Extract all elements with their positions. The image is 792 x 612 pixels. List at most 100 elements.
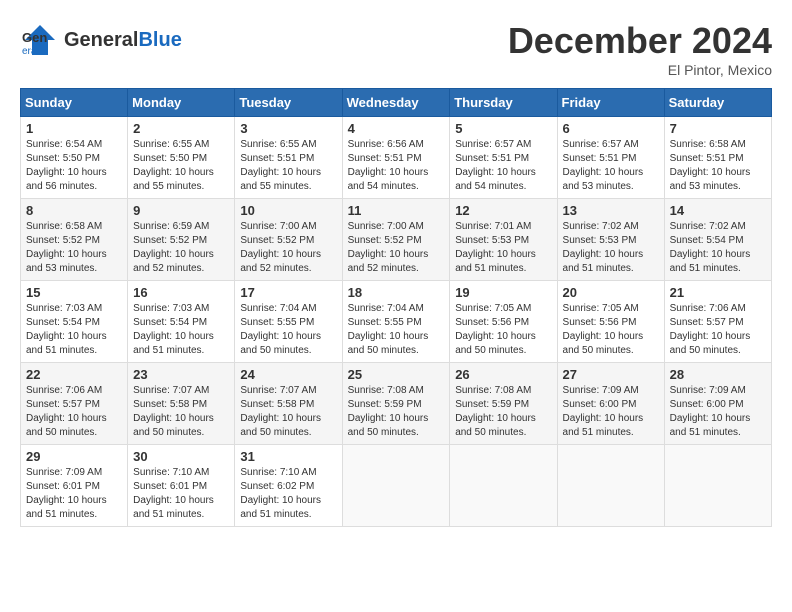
week-row-4: 22 Sunrise: 7:06 AM Sunset: 5:57 PM Dayl…: [21, 363, 772, 445]
svg-text:Gen: Gen: [22, 30, 47, 45]
day-number: 30: [133, 449, 229, 464]
week-row-5: 29 Sunrise: 7:09 AM Sunset: 6:01 PM Dayl…: [21, 445, 772, 527]
day-number: 14: [670, 203, 766, 218]
svg-text:eral: eral: [22, 46, 39, 57]
day-info: Sunrise: 6:55 AM Sunset: 5:50 PM Dayligh…: [133, 138, 229, 194]
day-info: Sunrise: 7:01 AM Sunset: 5:53 PM Dayligh…: [455, 220, 551, 276]
day-number: 31: [240, 449, 336, 464]
day-number: 4: [348, 121, 445, 136]
header-sunday: Sunday: [21, 89, 128, 117]
day-number: 23: [133, 367, 229, 382]
calendar-cell: 9 Sunrise: 6:59 AM Sunset: 5:52 PM Dayli…: [128, 199, 235, 281]
day-info: Sunrise: 6:55 AM Sunset: 5:51 PM Dayligh…: [240, 138, 336, 194]
day-info: Sunrise: 7:05 AM Sunset: 5:56 PM Dayligh…: [455, 302, 551, 358]
logo-name: GeneralBlue: [64, 29, 182, 52]
day-info: Sunrise: 7:04 AM Sunset: 5:55 PM Dayligh…: [240, 302, 336, 358]
day-info: Sunrise: 6:56 AM Sunset: 5:51 PM Dayligh…: [348, 138, 445, 194]
calendar-cell: 28 Sunrise: 7:09 AM Sunset: 6:00 PM Dayl…: [664, 363, 771, 445]
calendar-cell: 19 Sunrise: 7:05 AM Sunset: 5:56 PM Dayl…: [450, 281, 557, 363]
calendar-cell: 27 Sunrise: 7:09 AM Sunset: 6:00 PM Dayl…: [557, 363, 664, 445]
day-number: 15: [26, 285, 122, 300]
calendar-header-row: Sunday Monday Tuesday Wednesday Thursday…: [21, 89, 772, 117]
logo-icon: Gen eral: [20, 20, 60, 60]
calendar-cell: 13 Sunrise: 7:02 AM Sunset: 5:53 PM Dayl…: [557, 199, 664, 281]
day-info: Sunrise: 6:58 AM Sunset: 5:52 PM Dayligh…: [26, 220, 122, 276]
day-number: 5: [455, 121, 551, 136]
day-info: Sunrise: 7:09 AM Sunset: 6:00 PM Dayligh…: [670, 384, 766, 440]
day-number: 10: [240, 203, 336, 218]
title-section: December 2024 El Pintor, Mexico: [508, 20, 772, 78]
week-row-3: 15 Sunrise: 7:03 AM Sunset: 5:54 PM Dayl…: [21, 281, 772, 363]
logo: Gen eral GeneralBlue: [20, 20, 182, 60]
day-number: 13: [563, 203, 659, 218]
day-number: 1: [26, 121, 122, 136]
day-number: 8: [26, 203, 122, 218]
day-info: Sunrise: 7:08 AM Sunset: 5:59 PM Dayligh…: [455, 384, 551, 440]
day-number: 19: [455, 285, 551, 300]
day-info: Sunrise: 7:00 AM Sunset: 5:52 PM Dayligh…: [240, 220, 336, 276]
day-number: 6: [563, 121, 659, 136]
day-number: 7: [670, 121, 766, 136]
calendar-cell: 16 Sunrise: 7:03 AM Sunset: 5:54 PM Dayl…: [128, 281, 235, 363]
calendar-cell: 29 Sunrise: 7:09 AM Sunset: 6:01 PM Dayl…: [21, 445, 128, 527]
calendar-cell: 21 Sunrise: 7:06 AM Sunset: 5:57 PM Dayl…: [664, 281, 771, 363]
calendar-cell: 18 Sunrise: 7:04 AM Sunset: 5:55 PM Dayl…: [342, 281, 450, 363]
calendar-table: Sunday Monday Tuesday Wednesday Thursday…: [20, 88, 772, 527]
calendar-cell: 7 Sunrise: 6:58 AM Sunset: 5:51 PM Dayli…: [664, 117, 771, 199]
calendar-cell: 8 Sunrise: 6:58 AM Sunset: 5:52 PM Dayli…: [21, 199, 128, 281]
day-info: Sunrise: 7:04 AM Sunset: 5:55 PM Dayligh…: [348, 302, 445, 358]
header-tuesday: Tuesday: [235, 89, 342, 117]
day-number: 16: [133, 285, 229, 300]
day-number: 2: [133, 121, 229, 136]
day-number: 27: [563, 367, 659, 382]
header-thursday: Thursday: [450, 89, 557, 117]
header-saturday: Saturday: [664, 89, 771, 117]
day-info: Sunrise: 7:08 AM Sunset: 5:59 PM Dayligh…: [348, 384, 445, 440]
calendar-cell: 31 Sunrise: 7:10 AM Sunset: 6:02 PM Dayl…: [235, 445, 342, 527]
calendar-cell: 17 Sunrise: 7:04 AM Sunset: 5:55 PM Dayl…: [235, 281, 342, 363]
day-info: Sunrise: 6:57 AM Sunset: 5:51 PM Dayligh…: [563, 138, 659, 194]
day-info: Sunrise: 7:03 AM Sunset: 5:54 PM Dayligh…: [133, 302, 229, 358]
day-info: Sunrise: 6:57 AM Sunset: 5:51 PM Dayligh…: [455, 138, 551, 194]
calendar-cell: [450, 445, 557, 527]
calendar-cell: [342, 445, 450, 527]
header-friday: Friday: [557, 89, 664, 117]
day-number: 26: [455, 367, 551, 382]
day-number: 3: [240, 121, 336, 136]
calendar-cell: 5 Sunrise: 6:57 AM Sunset: 5:51 PM Dayli…: [450, 117, 557, 199]
day-number: 9: [133, 203, 229, 218]
page-header: Gen eral GeneralBlue December 2024 El Pi…: [20, 20, 772, 78]
day-info: Sunrise: 7:03 AM Sunset: 5:54 PM Dayligh…: [26, 302, 122, 358]
day-info: Sunrise: 7:02 AM Sunset: 5:53 PM Dayligh…: [563, 220, 659, 276]
calendar-cell: 3 Sunrise: 6:55 AM Sunset: 5:51 PM Dayli…: [235, 117, 342, 199]
day-number: 24: [240, 367, 336, 382]
day-info: Sunrise: 7:07 AM Sunset: 5:58 PM Dayligh…: [133, 384, 229, 440]
day-info: Sunrise: 6:59 AM Sunset: 5:52 PM Dayligh…: [133, 220, 229, 276]
calendar-cell: 23 Sunrise: 7:07 AM Sunset: 5:58 PM Dayl…: [128, 363, 235, 445]
week-row-2: 8 Sunrise: 6:58 AM Sunset: 5:52 PM Dayli…: [21, 199, 772, 281]
day-number: 17: [240, 285, 336, 300]
calendar-cell: [664, 445, 771, 527]
calendar-cell: 12 Sunrise: 7:01 AM Sunset: 5:53 PM Dayl…: [450, 199, 557, 281]
day-number: 21: [670, 285, 766, 300]
calendar-cell: 25 Sunrise: 7:08 AM Sunset: 5:59 PM Dayl…: [342, 363, 450, 445]
day-number: 22: [26, 367, 122, 382]
day-info: Sunrise: 7:10 AM Sunset: 6:02 PM Dayligh…: [240, 466, 336, 522]
calendar-cell: 22 Sunrise: 7:06 AM Sunset: 5:57 PM Dayl…: [21, 363, 128, 445]
location: El Pintor, Mexico: [508, 62, 772, 78]
day-info: Sunrise: 6:54 AM Sunset: 5:50 PM Dayligh…: [26, 138, 122, 194]
calendar-cell: 26 Sunrise: 7:08 AM Sunset: 5:59 PM Dayl…: [450, 363, 557, 445]
day-number: 18: [348, 285, 445, 300]
calendar-cell: 24 Sunrise: 7:07 AM Sunset: 5:58 PM Dayl…: [235, 363, 342, 445]
day-info: Sunrise: 7:00 AM Sunset: 5:52 PM Dayligh…: [348, 220, 445, 276]
day-number: 28: [670, 367, 766, 382]
calendar-cell: 1 Sunrise: 6:54 AM Sunset: 5:50 PM Dayli…: [21, 117, 128, 199]
day-info: Sunrise: 7:10 AM Sunset: 6:01 PM Dayligh…: [133, 466, 229, 522]
day-info: Sunrise: 7:09 AM Sunset: 6:01 PM Dayligh…: [26, 466, 122, 522]
calendar-cell: 2 Sunrise: 6:55 AM Sunset: 5:50 PM Dayli…: [128, 117, 235, 199]
calendar-cell: 6 Sunrise: 6:57 AM Sunset: 5:51 PM Dayli…: [557, 117, 664, 199]
day-number: 11: [348, 203, 445, 218]
day-number: 12: [455, 203, 551, 218]
calendar-cell: 11 Sunrise: 7:00 AM Sunset: 5:52 PM Dayl…: [342, 199, 450, 281]
header-monday: Monday: [128, 89, 235, 117]
